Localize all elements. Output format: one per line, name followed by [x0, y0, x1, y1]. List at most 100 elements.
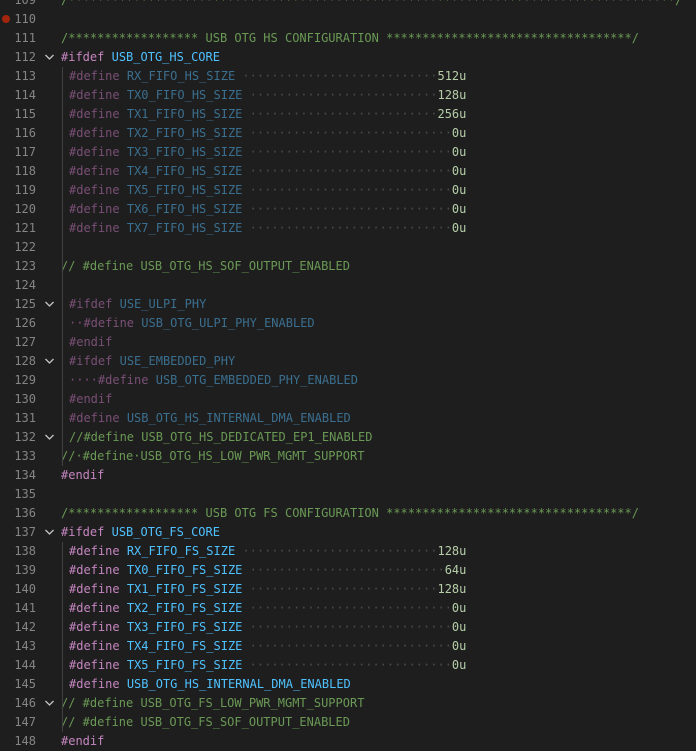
code-line[interactable]: 127 #endif	[0, 333, 696, 352]
code-token: ····························	[242, 620, 452, 634]
code-line[interactable]: 125 #ifdef USE_ULPI_PHY	[0, 295, 696, 314]
code-line[interactable]: 131 #define USB_OTG_HS_INTERNAL_DMA_ENABL…	[0, 409, 696, 428]
code-token: TX2_FIFO_HS_SIZE	[126, 126, 243, 140]
code-token: //#define USB_OTG_HS_DEDICATED_EP1_ENABL…	[69, 430, 373, 444]
code-token: ··#define	[69, 316, 135, 330]
code-token: USB_OTG_HS_INTERNAL_DMA_ENABLED	[126, 677, 351, 691]
code-line[interactable]: 141 #define TX2_FIFO_FS_SIZE ············…	[0, 599, 696, 618]
code-line[interactable]: 135	[0, 485, 696, 504]
code-token: USB_OTG_FS_CORE	[111, 525, 220, 539]
code-token: USB_OTG_HS_INTERNAL_DMA_ENABLED	[126, 411, 351, 425]
code-line[interactable]: 111 /****************** USB OTG HS CONFIG…	[0, 29, 696, 48]
code-line[interactable]: 134 #endif	[0, 466, 696, 485]
code-line[interactable]: 119 #define TX5_FIFO_HS_SIZE ············…	[0, 181, 696, 200]
code-token: 0u	[451, 145, 467, 159]
code-token: #define	[69, 164, 120, 178]
line-number: 117	[14, 145, 36, 159]
code-token: TX5_FIFO_FS_SIZE	[126, 658, 243, 672]
code-token: 0u	[451, 639, 467, 653]
code-token: ····························	[242, 202, 452, 216]
line-number: 119	[14, 183, 36, 197]
code-text: #define TX5_FIFO_FS_SIZE ···············…	[69, 656, 466, 675]
code-token: 128u	[437, 88, 467, 102]
code-token: #ifdef	[69, 297, 113, 311]
code-text: #ifdef USE_ULPI_PHY	[69, 295, 206, 314]
code-token: #define	[69, 411, 120, 425]
code-token: #endif	[69, 335, 113, 349]
line-number: 124	[14, 278, 36, 292]
code-token: RX_FIFO_FS_SIZE	[126, 544, 236, 558]
code-text: #define RX_FIFO_HS_SIZE ················…	[69, 67, 466, 86]
code-line[interactable]: 124	[0, 276, 696, 295]
code-token: #define	[69, 658, 120, 672]
code-line[interactable]: 139 #define TX0_FIFO_FS_SIZE ············…	[0, 561, 696, 580]
code-line[interactable]: 136 /****************** USB OTG FS CONFIG…	[0, 504, 696, 523]
line-number: 146	[14, 696, 36, 710]
code-text: #define TX1_FIFO_FS_SIZE ···············…	[69, 580, 466, 599]
line-number: 132	[14, 430, 36, 444]
code-token: #ifdef	[61, 525, 105, 539]
code-line[interactable]: 113 #define RX_FIFO_HS_SIZE ·············…	[0, 67, 696, 86]
code-token: TX1_FIFO_HS_SIZE	[126, 107, 243, 121]
code-line[interactable]: 146 // #define USB_OTG_FS_LOW_PWR_MGMT_SU…	[0, 694, 696, 713]
line-number: 147	[14, 715, 36, 729]
code-line[interactable]: 123 // #define USB_OTG_HS_SOF_OUTPUT_ENAB…	[0, 257, 696, 276]
line-number: 114	[14, 88, 36, 102]
code-line[interactable]: 116 #define TX2_FIFO_HS_SIZE ············…	[0, 124, 696, 143]
code-line[interactable]: 121 #define TX7_FIFO_HS_SIZE ············…	[0, 219, 696, 238]
code-line[interactable]: 122	[0, 238, 696, 257]
code-line[interactable]: 130 #endif	[0, 390, 696, 409]
code-token: ····························	[242, 658, 452, 672]
line-number: 136	[14, 506, 36, 520]
code-editor[interactable]: 109 /************************************…	[0, 0, 696, 751]
code-token: TX4_FIFO_FS_SIZE	[126, 639, 243, 653]
code-token: 0u	[451, 221, 467, 235]
line-number: 126	[14, 316, 36, 330]
code-token: #ifdef	[61, 50, 105, 64]
line-number: 137	[14, 525, 36, 539]
code-text: #define USB_OTG_HS_INTERNAL_DMA_ENABLED	[69, 409, 351, 428]
code-line[interactable]: 128 #ifdef USE_EMBEDDED_PHY	[0, 352, 696, 371]
code-line[interactable]: 120 #define TX6_FIFO_HS_SIZE ············…	[0, 200, 696, 219]
code-line[interactable]: 115 #define TX1_FIFO_HS_SIZE ············…	[0, 105, 696, 124]
code-line[interactable]: 140 #define TX1_FIFO_FS_SIZE ············…	[0, 580, 696, 599]
code-text: #define TX6_FIFO_HS_SIZE ···············…	[69, 200, 466, 219]
code-line[interactable]: 143 #define TX4_FIFO_FS_SIZE ············…	[0, 637, 696, 656]
code-line[interactable]: 110	[0, 10, 696, 29]
code-line[interactable]: 148 #endif	[0, 732, 696, 751]
code-line[interactable]: 112 #ifdef USB_OTG_HS_CORE	[0, 48, 696, 67]
code-line[interactable]: 137 #ifdef USB_OTG_FS_CORE	[0, 523, 696, 542]
code-line[interactable]: 142 #define TX3_FIFO_FS_SIZE ············…	[0, 618, 696, 637]
code-token: #define	[69, 107, 120, 121]
code-line[interactable]: 144 #define TX5_FIFO_FS_SIZE ············…	[0, 656, 696, 675]
code-line[interactable]: 129 ····#define USB_OTG_EMBEDDED_PHY_ENAB…	[0, 371, 696, 390]
code-line[interactable]: 133 //·#define·USB_OTG_HS_LOW_PWR_MGMT_SU…	[0, 447, 696, 466]
code-line[interactable]: 138 #define RX_FIFO_FS_SIZE ·············…	[0, 542, 696, 561]
code-text: #endif	[61, 732, 104, 751]
code-token: //·#define·USB_OTG_HS_LOW_PWR_MGMT_SUPPO…	[61, 449, 365, 463]
line-number: 109	[14, 0, 36, 7]
code-line[interactable]: 109 /************************************…	[0, 0, 696, 10]
code-text: #define TX1_FIFO_HS_SIZE ···············…	[69, 105, 466, 124]
code-text: #endif	[69, 390, 112, 409]
code-text: #define TX0_FIFO_FS_SIZE ···············…	[69, 561, 466, 580]
code-line[interactable]: 118 #define TX4_FIFO_HS_SIZE ············…	[0, 162, 696, 181]
code-text: #define TX3_FIFO_HS_SIZE ···············…	[69, 143, 466, 162]
code-token: 512u	[437, 69, 467, 83]
line-number: 118	[14, 164, 36, 178]
code-line[interactable]: 132 //#define USB_OTG_HS_DEDICATED_EP1_EN…	[0, 428, 696, 447]
code-line[interactable]: 126 ··#define USB_OTG_ULPI_PHY_ENABLED	[0, 314, 696, 333]
code-line[interactable]: 145 #define USB_OTG_HS_INTERNAL_DMA_ENABL…	[0, 675, 696, 694]
code-line[interactable]: 117 #define TX3_FIFO_HS_SIZE ············…	[0, 143, 696, 162]
code-line[interactable]: 147 // #define USB_OTG_FS_SOF_OUTPUT_ENAB…	[0, 713, 696, 732]
code-line[interactable]: 114 #define TX0_FIFO_HS_SIZE ············…	[0, 86, 696, 105]
